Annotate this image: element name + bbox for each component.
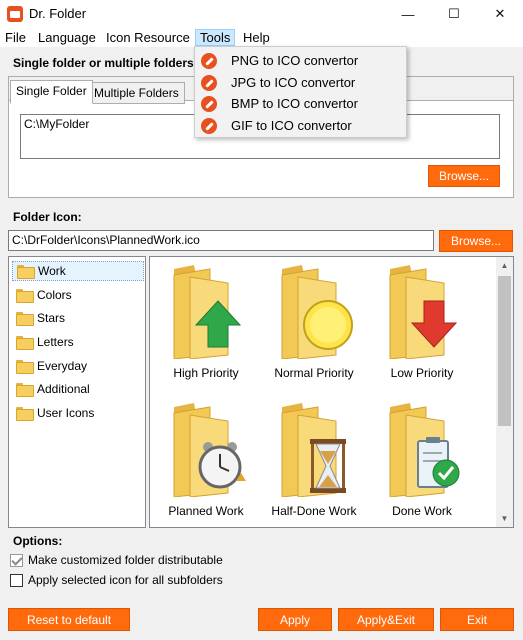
icon-tile-done-work[interactable]: Done Work — [368, 401, 476, 527]
convert-icon — [201, 117, 217, 134]
icon-tile-planned-work[interactable]: Planned Work — [152, 401, 260, 527]
folders-section-label: Single folder or multiple folders: — [13, 56, 198, 70]
distributable-checkbox[interactable] — [10, 554, 23, 567]
category-work[interactable]: Work — [12, 261, 144, 281]
icon-label: Done Work — [392, 504, 452, 518]
icon-tile-high-priority[interactable]: High Priority — [152, 263, 260, 395]
distributable-label: Make customized folder distributable — [28, 553, 223, 567]
folder-icon — [16, 312, 34, 326]
menu-item-png-to-ico[interactable]: PNG to ICO convertor — [195, 50, 406, 71]
icon-path-input[interactable]: C:\DrFolder\Icons\PlannedWork.ico — [8, 230, 434, 251]
minimize-button[interactable]: — — [385, 0, 431, 28]
close-button[interactable]: ✕ — [477, 0, 523, 28]
convert-icon — [201, 74, 217, 91]
icon-grid: High Priority Normal Priority Low Priori… — [149, 256, 514, 528]
category-label: Stars — [37, 311, 66, 325]
icon-label: Low Priority — [390, 366, 454, 380]
tab-multiple-folders[interactable]: Multiple Folders — [88, 82, 185, 104]
category-label: Work — [38, 264, 66, 278]
category-label: Everyday — [37, 359, 88, 373]
options-label: Options: — [13, 534, 63, 548]
menu-tools[interactable]: Tools — [195, 29, 236, 46]
menu-item-jpg-to-ico[interactable]: JPG to ICO convertor — [195, 72, 406, 93]
folder-icon — [17, 265, 35, 279]
convert-icon — [201, 95, 217, 112]
menu-item-label: PNG to ICO convertor — [231, 53, 359, 68]
folder-icon-label: Folder Icon: — [13, 210, 82, 224]
category-label: Letters — [37, 335, 74, 349]
icon-tile-normal-priority[interactable]: Normal Priority — [260, 263, 368, 395]
folder-icon — [16, 360, 34, 374]
folder-alarm-clock-icon — [173, 403, 246, 497]
menu-item-label: GIF to ICO convertor — [231, 118, 352, 133]
icon-label: High Priority — [173, 366, 239, 380]
category-label: Additional — [37, 382, 90, 396]
folder-icon — [16, 336, 34, 350]
subfolders-label: Apply selected icon for all subfolders — [28, 573, 223, 587]
menu-language[interactable]: Language — [33, 29, 101, 46]
folder-up-arrow-icon — [173, 265, 242, 359]
category-additional[interactable]: Additional — [12, 379, 144, 399]
icon-label: Planned Work — [168, 504, 244, 518]
menu-item-label: JPG to ICO convertor — [231, 75, 356, 90]
category-user-icons[interactable]: User Icons — [12, 403, 144, 423]
title-bar: Dr. Folder — ☐ ✕ — [0, 0, 523, 28]
menu-item-label: BMP to ICO convertor — [231, 96, 358, 111]
menu-help[interactable]: Help — [238, 29, 275, 46]
convert-icon — [201, 52, 217, 69]
tab-single-folder[interactable]: Single Folder — [10, 80, 93, 104]
category-letters[interactable]: Letters — [12, 332, 144, 352]
maximize-button[interactable]: ☐ — [431, 0, 477, 28]
category-stars[interactable]: Stars — [12, 308, 144, 328]
category-label: Colors — [37, 288, 72, 302]
reset-button[interactable]: Reset to default — [8, 608, 130, 631]
category-everyday[interactable]: Everyday — [12, 356, 144, 376]
category-colors[interactable]: Colors — [12, 285, 144, 305]
icon-label: Normal Priority — [274, 366, 354, 380]
folder-browse-button[interactable]: Browse... — [428, 165, 500, 187]
icon-label: Half-Done Work — [271, 504, 357, 518]
icon-browse-button[interactable]: Browse... — [439, 230, 513, 252]
folder-icon — [16, 407, 34, 421]
icon-tile-low-priority[interactable]: Low Priority — [368, 263, 476, 395]
app-logo-icon — [7, 6, 23, 22]
folder-icon — [16, 383, 34, 397]
icon-tile-half-done-work[interactable]: Half-Done Work — [260, 401, 368, 527]
subfolders-checkbox[interactable] — [10, 574, 23, 587]
menu-item-gif-to-ico[interactable]: GIF to ICO convertor — [195, 115, 406, 136]
apply-exit-button[interactable]: Apply&Exit — [338, 608, 434, 631]
scroll-down-icon[interactable]: ▼ — [496, 510, 513, 527]
folder-down-arrow-icon — [389, 265, 458, 359]
exit-button[interactable]: Exit — [440, 608, 514, 631]
apply-button[interactable]: Apply — [258, 608, 332, 631]
tools-dropdown-menu: PNG to ICO convertor JPG to ICO converto… — [194, 46, 407, 138]
menu-bar: File Language Icon Resource Tools Help — [0, 28, 523, 47]
window-title: Dr. Folder — [29, 6, 87, 21]
scroll-up-icon[interactable]: ▲ — [496, 257, 513, 274]
folder-yellow-circle-icon — [281, 265, 353, 359]
menu-file[interactable]: File — [0, 29, 31, 46]
category-label: User Icons — [37, 406, 95, 420]
folder-checklist-icon — [389, 403, 460, 497]
folder-hourglass-icon — [281, 403, 346, 497]
folder-icon — [16, 289, 34, 303]
icon-grid-scrollbar[interactable]: ▲ ▼ — [496, 257, 513, 527]
menu-icon-resource[interactable]: Icon Resource — [101, 29, 195, 46]
menu-item-bmp-to-ico[interactable]: BMP to ICO convertor — [195, 93, 406, 114]
scroll-thumb[interactable] — [498, 276, 511, 426]
category-list: Work Colors Stars Letters Everyday Addit… — [8, 256, 146, 528]
